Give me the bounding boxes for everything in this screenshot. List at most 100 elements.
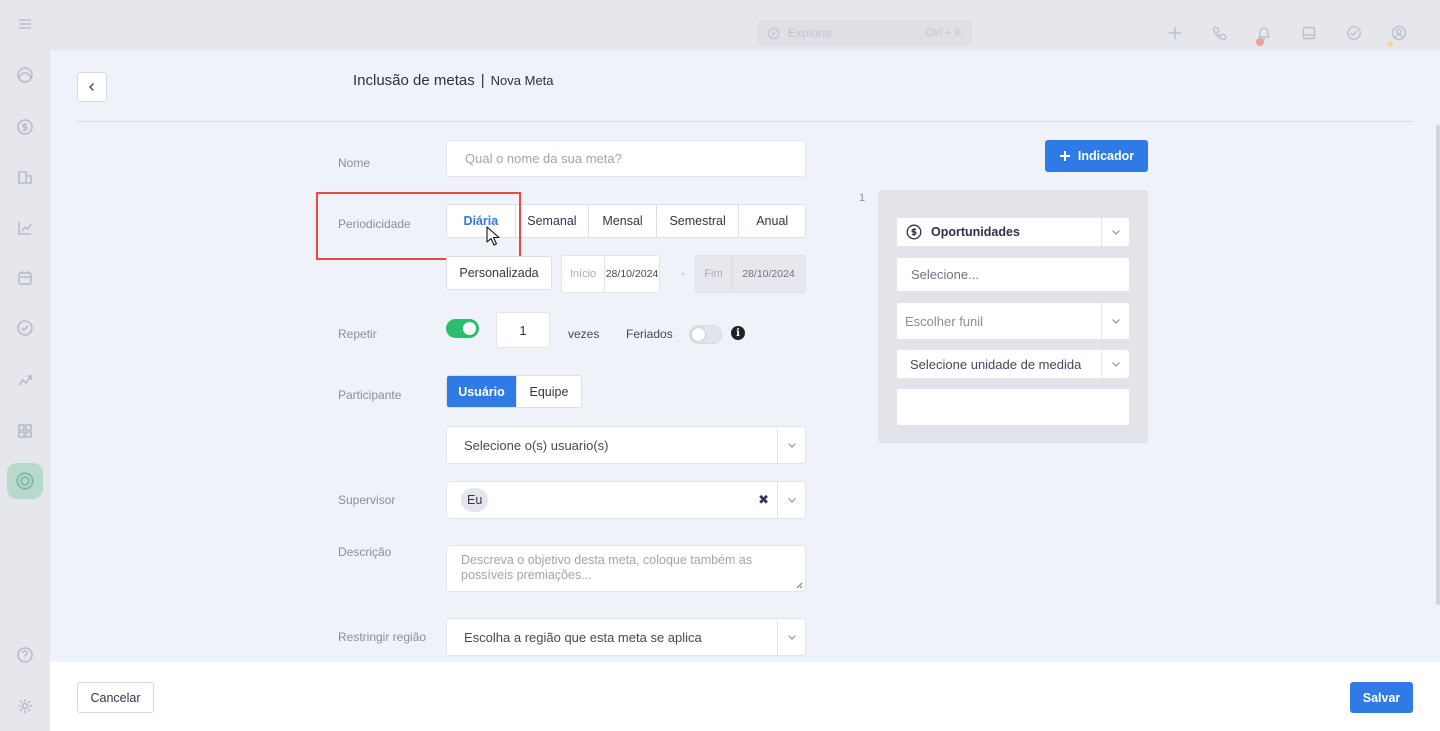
building-icon[interactable] bbox=[15, 167, 35, 187]
participante-option-equipe[interactable]: Equipe bbox=[515, 376, 581, 407]
app-topbar bbox=[50, 0, 1440, 50]
indicator-options-placeholder: Selecione... bbox=[911, 267, 979, 282]
periodicidade-option-anual[interactable]: Anual bbox=[738, 205, 805, 237]
supervisor-chip: Eu bbox=[461, 488, 489, 512]
regiao-label: Restringir região bbox=[338, 630, 427, 644]
indicator-index: 1 bbox=[859, 192, 866, 204]
regiao-select[interactable]: Escolha a região que esta meta se aplica bbox=[446, 618, 806, 656]
chevron-down-icon bbox=[777, 482, 805, 518]
page-subtitle: Nova Meta bbox=[490, 73, 554, 88]
descricao-placeholder: Descreva o objetivo desta meta, coloque … bbox=[461, 553, 753, 582]
chevron-left-icon bbox=[89, 83, 94, 91]
indicator-type-select[interactable]: Oportunidades bbox=[896, 217, 1130, 247]
unit-select[interactable]: Selecione unidade de medida bbox=[896, 349, 1130, 379]
plus-icon[interactable] bbox=[1166, 24, 1184, 42]
user-icon[interactable] bbox=[1390, 24, 1408, 42]
repetir-label: Repetir bbox=[338, 327, 377, 341]
phone-icon[interactable] bbox=[1211, 24, 1229, 42]
info-icon[interactable]: i bbox=[731, 326, 745, 340]
repetir-count-value: 1 bbox=[519, 322, 527, 338]
participante-label: Participante bbox=[338, 388, 402, 402]
explore-shortcut: Ctrl + K bbox=[925, 27, 962, 39]
participante-selector: Usuário Equipe bbox=[446, 375, 582, 408]
apps-icon[interactable] bbox=[15, 421, 35, 441]
trend-icon[interactable] bbox=[15, 370, 35, 390]
title-separator: | bbox=[480, 72, 485, 89]
periodicidade-option-semestral[interactable]: Semestral bbox=[655, 205, 739, 237]
chevron-down-icon bbox=[777, 427, 805, 463]
dashboard-icon[interactable] bbox=[15, 65, 35, 85]
toggle-knob bbox=[463, 322, 476, 335]
indicator-options-select[interactable]: Selecione... bbox=[896, 257, 1130, 292]
chevron-down-icon bbox=[1101, 218, 1129, 246]
add-indicador-label: Indicador bbox=[1077, 149, 1135, 163]
indicator-type-value: Oportunidades bbox=[931, 225, 1020, 239]
periodicidade-option-semanal[interactable]: Semanal bbox=[514, 205, 589, 237]
supervisor-select[interactable]: Eu ✖ bbox=[446, 481, 806, 519]
inbox-icon[interactable] bbox=[1300, 24, 1318, 42]
descricao-textarea[interactable]: Descreva o objetivo desta meta, coloque … bbox=[446, 545, 806, 592]
personalizada-button[interactable]: Personalizada bbox=[446, 256, 552, 290]
periodicidade-option-mensal[interactable]: Mensal bbox=[588, 205, 656, 237]
inicio-label: Início bbox=[562, 256, 605, 292]
status-dot bbox=[1387, 41, 1393, 47]
indicator-value-input[interactable] bbox=[896, 388, 1130, 426]
goal-form-panel: Inclusão de metas | Nova Meta Nome Qual … bbox=[50, 50, 1440, 731]
inicio-date-field[interactable]: Início 28/10/2024 bbox=[561, 255, 660, 293]
save-button[interactable]: Salvar bbox=[1350, 682, 1413, 713]
fim-value: 28/10/2024 bbox=[742, 268, 795, 280]
repetir-unit: vezes bbox=[568, 327, 600, 341]
header-divider bbox=[77, 121, 1413, 122]
add-indicador-button[interactable]: Indicador bbox=[1045, 140, 1148, 172]
supervisor-label: Supervisor bbox=[338, 493, 396, 507]
resize-handle-icon[interactable] bbox=[796, 582, 803, 589]
chart-icon[interactable] bbox=[15, 218, 35, 238]
nome-input[interactable]: Qual o nome da sua meta? bbox=[446, 140, 806, 177]
help-icon[interactable] bbox=[15, 645, 35, 665]
funnel-placeholder: Escolher funil bbox=[905, 313, 984, 329]
goal-icon[interactable] bbox=[7, 463, 43, 499]
page-title: Inclusão de metas | Nova Meta bbox=[353, 72, 554, 89]
usuarios-placeholder: Selecione o(s) usuario(s) bbox=[464, 437, 609, 453]
compass-icon bbox=[767, 27, 780, 39]
unit-placeholder: Selecione unidade de medida bbox=[910, 356, 1082, 372]
explore-label: Explorar bbox=[788, 26, 833, 40]
funnel-select[interactable]: Escolher funil bbox=[896, 302, 1130, 340]
regiao-placeholder: Escolha a região que esta meta se aplica bbox=[464, 629, 702, 645]
app-sidebar bbox=[0, 0, 50, 731]
date-range-separator: - bbox=[681, 266, 685, 280]
calendar-icon[interactable] bbox=[15, 268, 35, 288]
settings-icon[interactable] bbox=[15, 696, 35, 716]
notification-badge bbox=[1256, 38, 1264, 46]
plus-icon bbox=[1059, 151, 1070, 161]
panel-scrollbar[interactable] bbox=[1436, 125, 1440, 605]
dollar-icon bbox=[906, 224, 922, 240]
feriados-toggle[interactable] bbox=[689, 325, 722, 344]
nome-label: Nome bbox=[338, 156, 371, 170]
participante-option-usuario[interactable]: Usuário bbox=[447, 376, 516, 407]
back-button[interactable] bbox=[77, 72, 107, 102]
chevron-down-icon bbox=[1101, 350, 1129, 378]
form-footer: Cancelar Salvar bbox=[50, 662, 1440, 731]
cancel-button[interactable]: Cancelar bbox=[77, 682, 154, 713]
repetir-count-input[interactable]: 1 bbox=[496, 312, 550, 348]
toggle-knob bbox=[692, 328, 705, 341]
dollar-icon[interactable] bbox=[15, 117, 35, 137]
repetir-toggle[interactable] bbox=[446, 319, 479, 338]
indicator-card: Oportunidades Selecione... Escolher funi… bbox=[878, 190, 1148, 443]
descricao-label: Descrição bbox=[338, 545, 392, 559]
nome-placeholder: Qual o nome da sua meta? bbox=[465, 151, 622, 166]
menu-icon[interactable] bbox=[15, 14, 35, 34]
fim-date-field: Fim 28/10/2024 bbox=[695, 255, 806, 293]
explore-search[interactable]: Explorar Ctrl + K bbox=[757, 20, 972, 46]
chevron-down-icon bbox=[1101, 303, 1129, 339]
page-title-text: Inclusão de metas bbox=[353, 72, 475, 89]
inicio-value: 28/10/2024 bbox=[605, 268, 659, 280]
check-circle-icon[interactable] bbox=[15, 318, 35, 338]
feriados-label: Feriados bbox=[626, 327, 673, 341]
chevron-down-icon bbox=[777, 619, 805, 655]
fim-label: Fim bbox=[696, 256, 732, 292]
usuarios-select[interactable]: Selecione o(s) usuario(s) bbox=[446, 426, 806, 464]
check-icon[interactable] bbox=[1345, 24, 1363, 42]
clear-icon[interactable]: ✖ bbox=[758, 492, 769, 508]
